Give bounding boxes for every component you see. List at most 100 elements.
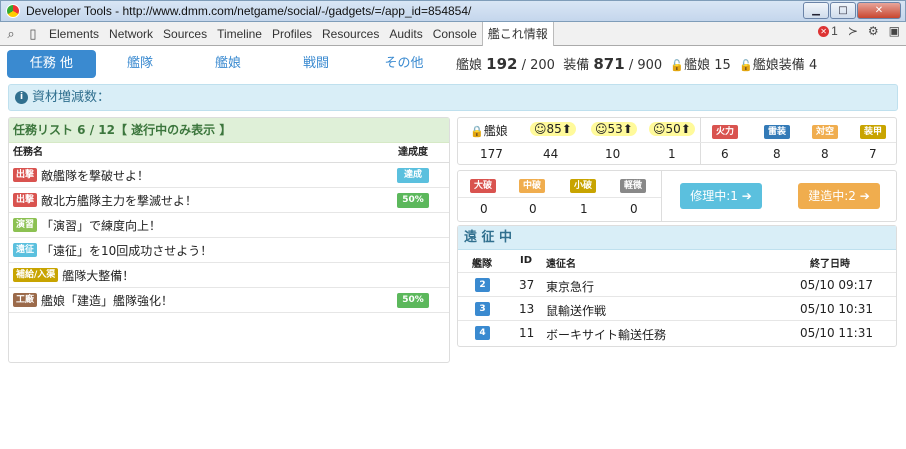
stat-value: 8 xyxy=(821,147,829,161)
mood-3: ☺50⬆ xyxy=(649,122,695,136)
tab-kancolle-info[interactable]: 艦これ情報 xyxy=(481,21,554,46)
window-titlebar: Developer Tools - http://www.dmm.com/net… xyxy=(0,0,906,22)
main-nav: 任務 他 艦隊 艦娘 戦闘 その他 xyxy=(7,50,448,78)
arrow-right-icon: ➔ xyxy=(859,189,870,203)
close-button[interactable]: ✕ xyxy=(857,2,901,19)
quest-row[interactable]: 演習 「演習」で練度向上！ xyxy=(9,213,449,238)
col-id: ID xyxy=(520,255,533,266)
tab-resources[interactable]: Resources xyxy=(317,22,384,46)
quest-progress-badge: 50% xyxy=(397,292,429,308)
search-icon[interactable]: ⌕ xyxy=(0,26,22,42)
gear-icon[interactable]: ⚙ xyxy=(868,24,879,38)
tab-ships[interactable]: 艦娘 xyxy=(184,50,272,78)
console-drawer-icon[interactable]: ≻ xyxy=(848,24,858,38)
expedition-row[interactable]: 3 13 鼠輸送作戦 05/10 10:31 xyxy=(458,296,896,320)
quest-category-badge: 工廠 xyxy=(13,293,38,307)
quest-panel: 任務リスト 6 / 12【 遂行中のみ表示 】 任務名 達成度 出撃 敵艦隊を撃破… xyxy=(8,117,450,363)
ship-count-value: 192 xyxy=(486,55,518,73)
error-counter[interactable]: ✕ 1 xyxy=(818,24,838,38)
quest-row[interactable]: 補給/入渠 艦隊大整備！ xyxy=(9,263,449,288)
col-end-time: 終了日時 xyxy=(810,259,850,270)
unlock-icon: 🔓 xyxy=(739,59,753,72)
equip-count-max: / 900 xyxy=(628,58,663,73)
ship-count-max: / 200 xyxy=(521,58,555,73)
dock-icon[interactable]: ▣ xyxy=(889,24,900,38)
stat-label: 火力 xyxy=(712,123,739,139)
quest-name: 敵北方艦隊主力を撃滅せよ！ xyxy=(41,193,198,208)
quest-category-badge: 補給/入渠 xyxy=(13,268,59,282)
tab-other[interactable]: その他 xyxy=(360,50,448,78)
info-icon: i xyxy=(15,91,28,104)
tab-elements[interactable]: Elements xyxy=(44,22,104,46)
tab-profiles[interactable]: Profiles xyxy=(267,22,317,46)
locked-ship-value: 15 xyxy=(714,58,731,73)
mood-value: 50 xyxy=(665,122,681,136)
expedition-name: ボーキサイト輸送任務 xyxy=(546,328,667,342)
quest-category-badge: 出撃 xyxy=(13,168,38,182)
damage-label: 中破 xyxy=(519,177,546,193)
quest-progress-badge: 50% xyxy=(397,192,429,208)
damage-label: 小破 xyxy=(570,177,597,193)
stat-value: 8 xyxy=(773,147,781,161)
quest-category-badge: 演習 xyxy=(13,218,38,232)
damage-value: 0 xyxy=(529,202,537,216)
tab-quests[interactable]: 任務 他 xyxy=(7,50,96,78)
tab-console[interactable]: Console xyxy=(428,22,482,46)
tab-network[interactable]: Network xyxy=(104,22,158,46)
expedition-id: 37 xyxy=(519,278,535,292)
locked-ship-label: 艦娘 xyxy=(684,58,711,73)
expedition-title: 遠 征 中 xyxy=(458,226,896,250)
expedition-name: 鼠輸送作戦 xyxy=(546,304,607,318)
ship-value-3: 10 xyxy=(605,147,621,161)
quest-row[interactable]: 出撃 敵艦隊を撃破せよ！ 達成 xyxy=(9,163,449,188)
build-button[interactable]: 建造中:2 ➔ xyxy=(798,183,880,209)
mood-value: 53 xyxy=(607,122,623,136)
damage-badge: 中破 xyxy=(519,179,546,193)
repair-label: 修理中:1 xyxy=(690,189,738,203)
col-progress: 達成度 xyxy=(398,147,428,158)
expedition-id: 13 xyxy=(519,302,535,316)
lock-icon: 🔒 xyxy=(470,125,484,138)
damage-badge: 小破 xyxy=(570,179,597,193)
tab-timeline[interactable]: Timeline xyxy=(212,22,267,46)
expedition-row[interactable]: 2 37 東京急行 05/10 09:17 xyxy=(458,272,896,296)
resource-info-bar: i 資材増減数： xyxy=(8,84,898,111)
expedition-end: 05/10 10:31 xyxy=(800,302,873,316)
quest-row[interactable]: 遠征 「遠征」を10回成功させよう！ xyxy=(9,238,449,263)
quest-name: 艦隊大整備！ xyxy=(62,268,135,283)
devtools-toolbar: ⌕ ▯ Elements Network Sources Timeline Pr… xyxy=(0,21,906,46)
damage-badge: 大破 xyxy=(470,179,497,193)
quest-title: 任務リスト 6 / 12【 遂行中のみ表示 】 xyxy=(9,118,449,143)
arrow-up-icon: ⬆ xyxy=(680,122,691,136)
tab-audits[interactable]: Audits xyxy=(384,22,427,46)
damage-label: 大破 xyxy=(470,177,497,193)
stat-badge: 対空 xyxy=(812,125,839,139)
unlock-icon: 🔓 xyxy=(670,59,685,72)
lock-ship-label: 艦娘 xyxy=(483,124,508,138)
maximize-button[interactable]: □ xyxy=(830,2,856,19)
quest-name: 敵艦隊を撃破せよ！ xyxy=(41,168,150,183)
tab-sources[interactable]: Sources xyxy=(158,22,212,46)
ship-value-4: 1 xyxy=(668,147,676,161)
quest-row[interactable]: 出撃 敵北方艦隊主力を撃滅せよ！ 50% xyxy=(9,188,449,213)
stat-value: 7 xyxy=(869,147,877,161)
damage-badge: 軽微 xyxy=(620,179,647,193)
tab-fleet[interactable]: 艦隊 xyxy=(96,50,184,78)
device-mode-icon[interactable]: ▯ xyxy=(22,26,44,42)
expedition-name: 東京急行 xyxy=(546,280,595,294)
expedition-row[interactable]: 4 11 ボーキサイト輸送任務 05/10 11:31 xyxy=(458,320,896,344)
minimize-button[interactable]: ▁ xyxy=(803,2,829,19)
repair-button[interactable]: 修理中:1 ➔ xyxy=(680,183,762,209)
expedition-end: 05/10 11:31 xyxy=(800,326,873,340)
locked-equip-value: 4 xyxy=(808,58,818,73)
quest-name: 艦娘「建造」艦隊強化！ xyxy=(41,293,174,308)
quest-row[interactable]: 工廠 艦娘「建造」艦隊強化！ 50% xyxy=(9,288,449,313)
damage-value: 1 xyxy=(580,202,588,216)
expedition-panel: 遠 征 中 艦隊 ID 遠征名 終了日時 2 37 東京急行 05/10 09:17 3… xyxy=(457,225,897,347)
tab-battle[interactable]: 戦闘 xyxy=(272,50,360,78)
locked-equip-label: 艦娘装備 xyxy=(752,58,805,73)
stat-label: 雷装 xyxy=(764,123,791,139)
ship-value-2: 44 xyxy=(543,147,559,161)
ship-count-label: 艦娘 xyxy=(456,58,483,73)
resource-label: 資材増減数： xyxy=(32,90,111,105)
